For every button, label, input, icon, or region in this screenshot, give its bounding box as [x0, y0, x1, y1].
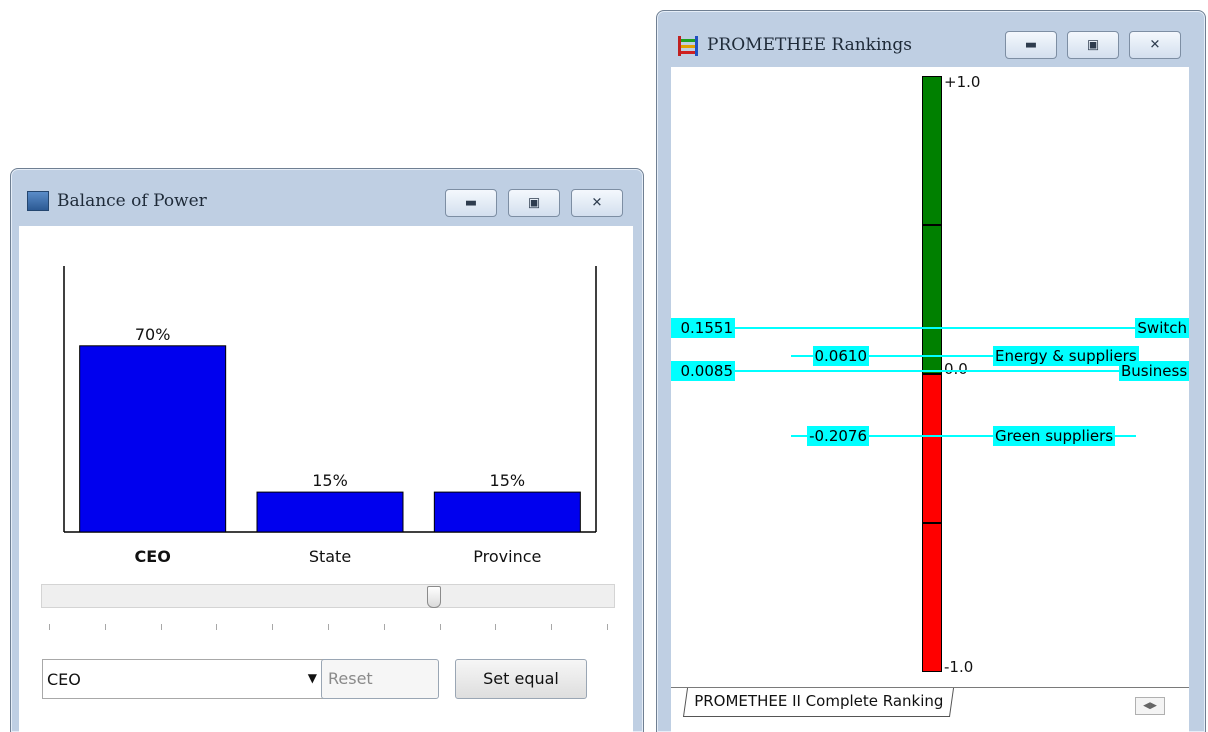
ranking-chart: +1.0 0.0 -1.0 0.1551 Switch 0.0610 Energy & su… — [671, 67, 1189, 687]
tab-strip: PROMETHEE II Complete Ranking ◀▶ — [671, 687, 1189, 732]
maximize-button[interactable]: ▣ — [508, 189, 560, 217]
scroll-right-icon[interactable]: ▶ — [1150, 701, 1157, 711]
set-equal-button[interactable]: Set equal — [455, 659, 587, 699]
slider-tick — [216, 624, 218, 630]
maximize-icon: ▣ — [527, 195, 541, 211]
reset-button[interactable]: Reset — [321, 659, 439, 699]
slider-tick — [383, 624, 385, 630]
scale-zero-label: 0.0 — [944, 360, 968, 378]
close-button[interactable]: ✕ — [571, 189, 623, 217]
promethee-client: +1.0 0.0 -1.0 0.1551 Switch 0.0610 Energy & su… — [671, 67, 1189, 732]
close-button[interactable]: ✕ — [1129, 31, 1181, 59]
maximize-icon: ▣ — [1086, 37, 1100, 53]
minimize-icon: ▬ — [1024, 37, 1038, 53]
slider-tick — [439, 624, 441, 630]
category-label[interactable]: State — [309, 547, 351, 566]
category-label[interactable]: Province — [473, 547, 541, 566]
tab-label: PROMETHEE II Complete Ranking — [694, 692, 944, 710]
slider-tick — [607, 624, 608, 630]
bar-value-label: 15% — [490, 471, 526, 490]
maximize-button[interactable]: ▣ — [1067, 31, 1119, 59]
scroll-left-icon[interactable]: ◀ — [1143, 701, 1150, 711]
close-icon: ✕ — [1149, 37, 1161, 53]
balance-titlebar[interactable]: Balance of Power ▬ ▣ ✕ — [11, 169, 643, 225]
ranking-line — [671, 370, 1189, 373]
promethee-titlebar[interactable]: PROMETHEE Rankings ▬ ▣ ✕ — [657, 11, 1205, 67]
bar-province[interactable] — [433, 491, 581, 533]
ranking-line — [671, 326, 1189, 329]
chevron-down-icon: ▼ — [307, 671, 317, 685]
scale-max-label: +1.0 — [944, 73, 981, 91]
ranking-score: 0.0610 — [812, 345, 869, 366]
slider-thumb[interactable] — [426, 586, 441, 608]
party-dropdown[interactable]: CEO ▼ — [42, 659, 324, 699]
ranking-name[interactable]: Green suppliers — [993, 425, 1116, 446]
ranking-name[interactable]: Energy & suppliers — [993, 345, 1139, 366]
balance-chart: 70% CEO 15% State 15% Province — [63, 266, 597, 566]
slider-tick — [104, 624, 106, 630]
balance-client: 70% CEO 15% State 15% Province CEO ▼ Reset Se… — [19, 226, 633, 732]
promethee-window: PROMETHEE Rankings ▬ ▣ ✕ +1.0 0.0 -1.0 0.15… — [656, 10, 1206, 732]
app-icon — [27, 191, 49, 211]
bar-value-label: 70% — [135, 325, 171, 344]
slider-tick — [551, 624, 553, 630]
slider-tick — [328, 624, 329, 630]
slider-tick — [160, 624, 162, 630]
ranking-score: 0.0085 — [671, 361, 735, 382]
category-label[interactable]: CEO — [135, 547, 171, 566]
tab-promethee-ii[interactable]: PROMETHEE II Complete Ranking — [682, 688, 955, 717]
window-title: Balance of Power — [57, 191, 207, 211]
scale-min-label: -1.0 — [944, 658, 974, 676]
minimize-button[interactable]: ▬ — [445, 189, 497, 217]
slider-tick — [272, 624, 274, 630]
slider-tick — [495, 624, 497, 630]
balance-of-power-window: Balance of Power ▬ ▣ ✕ 70% CEO 15% State 15%… — [10, 168, 644, 732]
ranking-score: 0.1551 — [671, 317, 735, 338]
ranking-name[interactable]: Business — [1119, 361, 1189, 382]
tab-scroll[interactable]: ◀▶ — [1135, 697, 1165, 715]
minimize-button[interactable]: ▬ — [1005, 31, 1057, 59]
ranking-score: -0.2076 — [807, 425, 869, 446]
scale-divider — [922, 522, 942, 524]
ranking-name[interactable]: Switch — [1135, 317, 1189, 338]
window-title: PROMETHEE Rankings — [707, 35, 912, 55]
power-slider[interactable] — [41, 584, 615, 608]
scale-divider — [922, 224, 942, 226]
slider-tick — [49, 624, 50, 630]
ranking-app-icon — [677, 35, 699, 57]
bar-state[interactable] — [256, 491, 404, 533]
close-icon: ✕ — [591, 195, 603, 211]
minimize-icon: ▬ — [464, 195, 478, 211]
bar-ceo[interactable] — [79, 345, 227, 533]
bar-value-label: 15% — [312, 471, 348, 490]
dropdown-value: CEO — [47, 670, 81, 689]
